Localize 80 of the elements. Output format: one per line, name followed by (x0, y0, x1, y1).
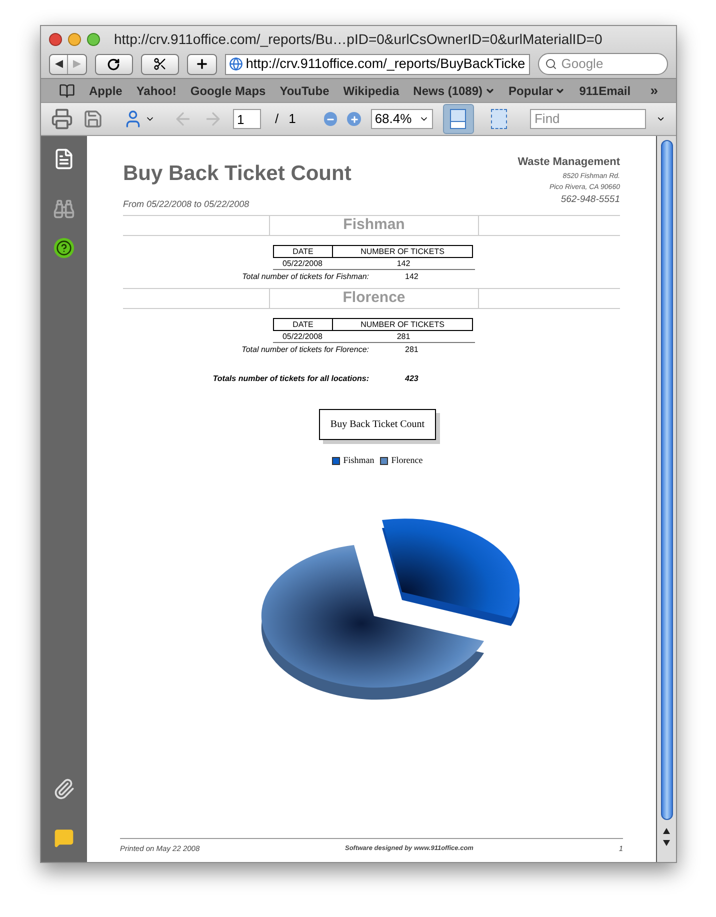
add-bookmark-button[interactable] (186, 54, 217, 74)
total-value: 281 (405, 344, 418, 356)
paperclip-icon (53, 778, 75, 800)
grand-total-label: Totals number of tickets for all locations: (212, 373, 369, 385)
window-title: http://crv.911office.com/_reports/Bu…pID=0&urlCsOwnerID=0&urlMaterialID=0 (114, 30, 602, 49)
scroll-down-icon[interactable] (663, 840, 670, 846)
comments-icon (54, 828, 74, 848)
save-icon (83, 109, 103, 129)
address-field[interactable]: http://crv.911office.com/_reports/BuyBackTicke (224, 54, 530, 74)
bookmark-link[interactable]: Popular (508, 82, 554, 100)
back-forward-control[interactable] (49, 54, 87, 74)
more-bookmarks[interactable]: » (650, 80, 658, 101)
company-name: Waste Management (518, 155, 620, 170)
url-text: http://crv.911office.com/_reports/BuyBackTicke (246, 54, 526, 73)
phone-number: 562-948-5551 (560, 192, 620, 206)
scroll-up-icon[interactable] (663, 828, 670, 834)
zoom-in-button[interactable] (347, 112, 361, 126)
zoom-select[interactable]: 68.4% (370, 109, 433, 129)
save-button[interactable] (83, 109, 103, 129)
table-header-cell-text: NUMBER OF TICKETS (360, 246, 446, 257)
bookmarks-icon (59, 82, 75, 98)
fit-width-button[interactable] (442, 104, 474, 134)
search-icon (545, 58, 558, 70)
bookmark-link[interactable]: 911Email (579, 82, 631, 100)
bookmark-link[interactable]: News (1089) (413, 82, 483, 100)
reload-icon (107, 58, 120, 70)
fit-width-icon (450, 109, 466, 129)
page-number-field[interactable]: 1 (233, 109, 261, 129)
bookmark-link[interactable]: Wikipedia (343, 82, 400, 100)
scroll-thumb[interactable] (660, 140, 672, 820)
report-title: Buy Back Ticket Count (123, 161, 352, 187)
bookmark-link[interactable]: Apple (89, 82, 122, 100)
page-total: 1 (288, 110, 296, 128)
grand-total-value: 423 (405, 373, 418, 385)
total-label: Total number of tickets for Fishman: (241, 271, 369, 283)
minimize-window-icon[interactable] (68, 32, 81, 46)
location-heading: Fishman (343, 215, 405, 236)
help-icon (56, 240, 72, 256)
search-placeholder: Google (561, 55, 604, 74)
legend-label: Florence (391, 454, 423, 467)
bookmark-link[interactable]: YouTube (280, 82, 330, 100)
table-cell-text: 281 (396, 331, 412, 342)
total-label: Total number of tickets for Florence: (240, 344, 369, 356)
document-icon (53, 148, 75, 170)
page-separator: / (275, 110, 279, 128)
search-field[interactable]: Google (538, 53, 668, 75)
table-header-cell-text: NUMBER OF TICKETS (360, 319, 446, 330)
find-field[interactable]: Find (530, 109, 646, 129)
scissors-icon (152, 57, 167, 71)
find-placeholder: Find (534, 110, 560, 128)
legend-label: Fishman (343, 454, 374, 467)
print-icon (51, 108, 73, 130)
zoom-value: 68.4% (374, 110, 412, 128)
plus-icon (350, 114, 359, 124)
table-cell-text: 142 (396, 258, 412, 269)
location-heading: Florence (342, 288, 406, 308)
binoculars-icon (53, 198, 75, 220)
total-value: 142 (405, 271, 418, 283)
zoom-window-icon[interactable] (87, 32, 100, 46)
plus-icon (194, 57, 209, 71)
table-cell-text: 05/22/2008 (281, 331, 324, 342)
fit-page-icon (491, 109, 508, 129)
globe-icon (228, 57, 243, 71)
table-header-cell: DATE (274, 319, 333, 330)
comments-button[interactable] (54, 828, 74, 848)
table-cell-text: 05/22/2008 (281, 258, 324, 269)
close-window-icon[interactable] (49, 32, 62, 46)
reload-button[interactable] (95, 54, 133, 74)
table-header-cell: DATE (274, 246, 333, 257)
back-icon[interactable] (54, 60, 62, 68)
date-range: From 05/22/2008 to 05/22/2008 (123, 198, 250, 210)
pages-button[interactable] (53, 148, 75, 170)
bookmark-link[interactable]: Yahoo! (136, 82, 176, 100)
snip-button[interactable] (140, 54, 179, 74)
bookmark-link[interactable]: Google Maps (190, 82, 266, 100)
print-button[interactable] (51, 108, 73, 130)
attachments-button[interactable] (53, 778, 75, 800)
zoom-out-button[interactable] (324, 112, 338, 126)
search-button[interactable] (53, 198, 75, 220)
help-button[interactable] (54, 238, 74, 258)
